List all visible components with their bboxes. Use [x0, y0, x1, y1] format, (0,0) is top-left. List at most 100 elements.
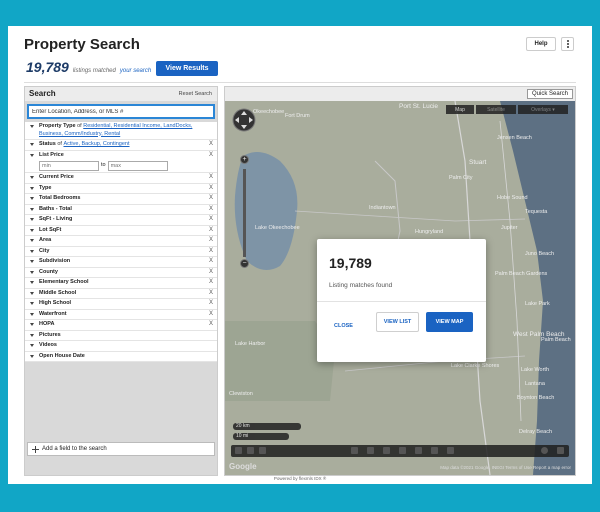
field-list-price[interactable]: List Price X to — [25, 151, 217, 173]
remove-field-icon[interactable]: X — [209, 269, 213, 277]
layers-icon[interactable] — [557, 447, 564, 454]
caret-down-icon — [30, 323, 34, 326]
field-row[interactable]: Middle School X — [25, 289, 217, 299]
map-type-overlays[interactable]: Overlays ▾ — [518, 105, 568, 114]
remove-field-icon[interactable]: X — [209, 321, 213, 329]
map-place-label: Lake Okeechobee — [255, 225, 300, 231]
draw-radius-icon[interactable] — [367, 447, 374, 454]
zoom-slider[interactable] — [243, 169, 246, 257]
remove-field-icon[interactable]: X — [209, 227, 213, 235]
field-row[interactable]: Open House Date — [25, 352, 217, 362]
field-row[interactable]: Current Price X — [25, 173, 217, 184]
field-row[interactable]: High School X — [25, 299, 217, 310]
field-row[interactable]: County X — [25, 268, 217, 278]
caret-down-icon — [30, 270, 34, 274]
scale-km: 20 km — [233, 423, 301, 430]
remove-field-icon[interactable]: X — [209, 311, 213, 319]
draw-shape-icon[interactable] — [351, 447, 358, 454]
status-value[interactable]: Active, Backup, Contingent — [63, 141, 129, 147]
map-place-label: Jupiter — [501, 225, 518, 231]
map-type-map[interactable]: Map — [446, 105, 474, 114]
field-row[interactable]: Type X — [25, 184, 217, 194]
field-row[interactable]: Area X — [25, 236, 217, 247]
draw-polygon-icon[interactable] — [383, 447, 390, 454]
field-row[interactable]: Baths - Total X — [25, 205, 217, 215]
caret-down-icon — [30, 207, 34, 211]
field-label: Elementary School — [39, 279, 89, 285]
max-price-input[interactable] — [107, 161, 168, 171]
caret-down-icon — [30, 333, 34, 337]
field-row[interactable]: SqFt - Living X — [25, 215, 217, 226]
field-row[interactable]: Videos — [25, 341, 217, 352]
remove-field-icon[interactable]: X — [209, 300, 213, 308]
remove-field-icon[interactable]: X — [209, 174, 213, 182]
field-row[interactable]: Total Bedrooms X — [25, 194, 217, 205]
remove-field-icon[interactable]: X — [209, 279, 213, 287]
your-search-link[interactable]: your search — [120, 68, 151, 74]
field-row[interactable]: Elementary School X — [25, 278, 217, 289]
field-label: Waterfront — [39, 310, 67, 317]
map-place-label: Port St. Lucie — [399, 103, 439, 110]
close-button[interactable]: CLOSE — [334, 323, 353, 329]
draw-line-icon[interactable] — [399, 447, 406, 454]
field-label: HOPA — [39, 321, 55, 327]
draw-rect-icon[interactable] — [415, 447, 422, 454]
modal-text: Listing matches found — [329, 282, 393, 289]
fullscreen-icon[interactable] — [247, 447, 254, 454]
field-row[interactable]: Waterfront X — [25, 310, 217, 320]
next-icon[interactable] — [259, 447, 266, 454]
map-place-label: Okeechobee — [253, 109, 285, 115]
remove-field-icon[interactable]: X — [209, 237, 213, 245]
prev-icon[interactable] — [235, 447, 242, 454]
field-row[interactable]: Subdivision X — [25, 257, 217, 268]
field-of: of — [77, 123, 82, 129]
field-label: Videos — [39, 342, 57, 348]
listing-count-text: listings matched — [72, 68, 116, 74]
range-to-label: to — [101, 162, 106, 169]
results-modal: 19,789 Listing matches found CLOSE VIEW … — [317, 239, 486, 362]
field-label: Total Bedrooms — [39, 195, 81, 201]
remove-field-icon[interactable]: X — [209, 216, 213, 224]
field-row[interactable]: HOPA X — [25, 320, 217, 331]
field-row[interactable]: City X — [25, 247, 217, 257]
search-fields: Property Type of Residential, Residentia… — [25, 122, 217, 362]
field-row[interactable]: Pictures — [25, 331, 217, 341]
caret-down-icon — [30, 228, 34, 232]
remove-field-icon[interactable]: X — [209, 248, 213, 256]
street-view-icon[interactable] — [541, 447, 548, 454]
min-price-input[interactable] — [39, 161, 99, 171]
more-options-button[interactable] — [561, 37, 574, 51]
help-button[interactable]: Help — [526, 37, 556, 51]
google-logo: Google — [229, 462, 257, 471]
clear-shapes-icon[interactable] — [447, 447, 454, 454]
caret-down-icon — [30, 344, 34, 347]
quick-search-button[interactable]: Quick Search — [527, 89, 573, 99]
search-panel-header: Search Reset Search — [25, 87, 217, 101]
remove-field-icon[interactable]: X — [209, 141, 213, 149]
location-search-input[interactable] — [27, 104, 215, 119]
field-status[interactable]: Status of Active, Backup, Contingent X — [25, 140, 217, 151]
view-results-button[interactable]: View Results — [156, 61, 218, 76]
remove-field-icon[interactable]: X — [209, 206, 213, 214]
remove-field-icon[interactable]: X — [209, 185, 213, 193]
zoom-in-icon[interactable]: + — [240, 155, 249, 164]
remove-field-icon[interactable]: X — [209, 258, 213, 266]
field-label: County — [39, 268, 58, 275]
add-field-button[interactable]: Add a field to the search — [27, 442, 215, 456]
map-place-label: Palm Beach — [541, 337, 571, 343]
field-row[interactable]: Lot SqFt X — [25, 226, 217, 236]
map-type-satellite[interactable]: Satellite — [476, 105, 516, 114]
search-panel-title: Search — [29, 89, 56, 98]
remove-field-icon[interactable]: X — [209, 290, 213, 298]
remove-field-icon[interactable]: X — [209, 152, 213, 160]
map-place-label: Jensen Beach — [497, 135, 532, 141]
view-map-button[interactable]: VIEW MAP — [426, 312, 473, 332]
plus-icon — [32, 445, 39, 453]
remove-field-icon[interactable]: X — [209, 195, 213, 203]
view-list-button[interactable]: VIEW LIST — [376, 312, 419, 332]
reset-search-link[interactable]: Reset Search — [179, 91, 212, 97]
caret-down-icon — [30, 302, 34, 305]
field-property-type[interactable]: Property Type of Residential, Residentia… — [25, 122, 217, 140]
zoom-out-icon[interactable]: − — [240, 259, 249, 268]
draw-circle-icon[interactable] — [431, 447, 438, 454]
